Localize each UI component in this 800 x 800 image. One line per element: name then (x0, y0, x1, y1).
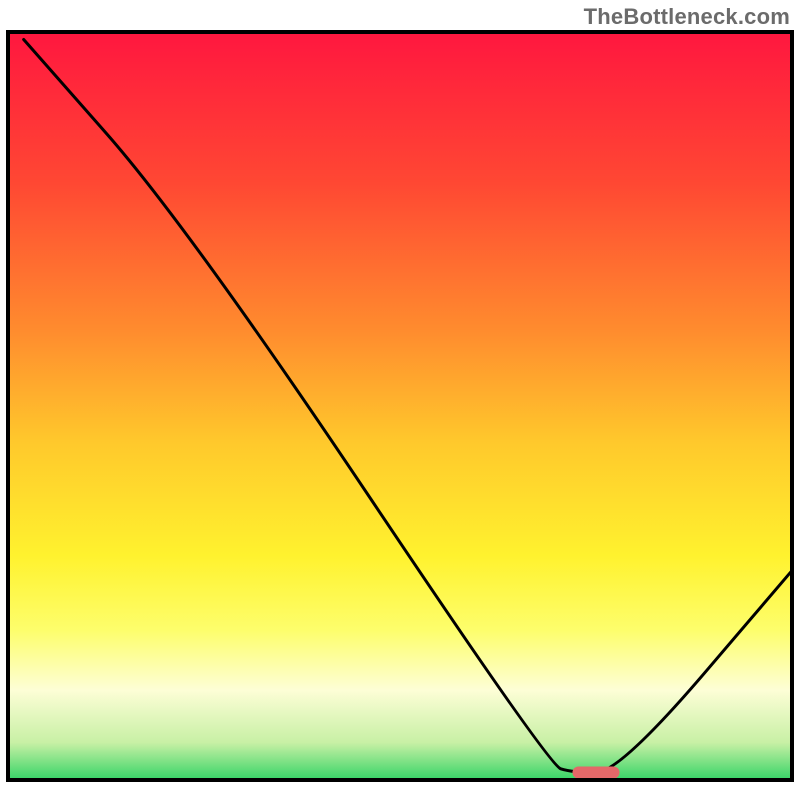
gradient-background (8, 32, 792, 780)
chart-svg (0, 0, 800, 800)
watermark-text: TheBottleneck.com (584, 4, 790, 30)
bottleneck-chart: TheBottleneck.com (0, 0, 800, 800)
optimum-marker (572, 767, 619, 779)
